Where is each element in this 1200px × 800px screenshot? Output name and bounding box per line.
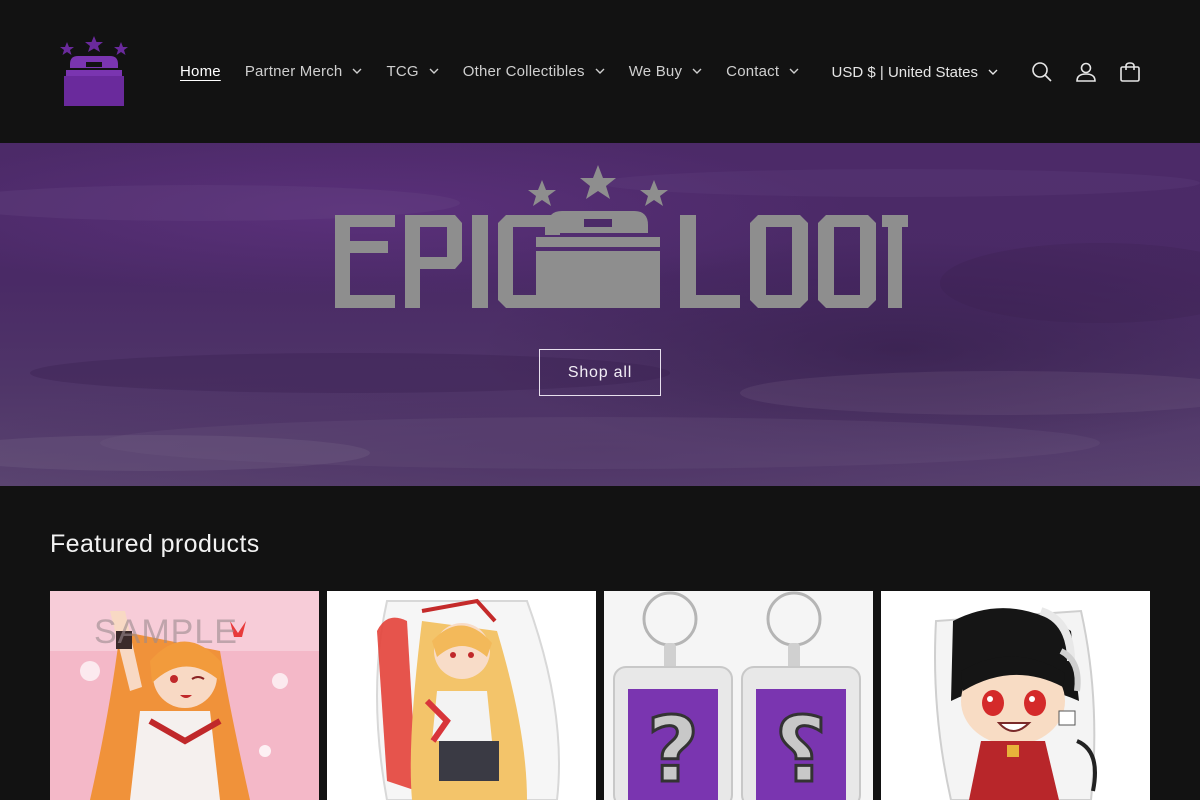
nav-other-collectibles[interactable]: Other Collectibles xyxy=(451,56,617,86)
chibi-boy-charm-image xyxy=(881,591,1150,800)
product-card[interactable] xyxy=(327,591,596,800)
epic-loot-logo xyxy=(335,165,908,308)
nav-tcg-label: TCG xyxy=(386,62,419,80)
chevron-down-icon xyxy=(988,69,998,75)
svg-text:?: ? xyxy=(775,698,827,800)
chevron-down-icon xyxy=(595,68,605,74)
anime-girl-charm-image xyxy=(327,591,596,800)
nav-contact-label: Contact xyxy=(726,62,780,80)
chevron-down-icon xyxy=(429,68,439,74)
nav-home[interactable]: Home xyxy=(168,56,233,86)
nav-partner-merch-label: Partner Merch xyxy=(244,62,343,80)
nav-other-collectibles-label: Other Collectibles xyxy=(462,62,585,80)
nav-home-label: Home xyxy=(180,62,221,80)
currency-selector[interactable]: USD $ | United States xyxy=(820,50,1010,94)
hero-banner: Shop all xyxy=(0,143,1200,486)
cart-button[interactable] xyxy=(1108,50,1152,94)
main-nav: Home Partner Merch TCG Other Collectible… xyxy=(168,56,811,86)
product-card[interactable]: ? ? xyxy=(604,591,873,800)
nav-contact[interactable]: Contact xyxy=(714,56,811,86)
product-card[interactable]: SAMPLE xyxy=(50,591,319,800)
nav-we-buy[interactable]: We Buy xyxy=(617,56,714,86)
chevron-down-icon xyxy=(352,68,362,74)
site-header: Home Partner Merch TCG Other Collectible… xyxy=(0,0,1200,143)
chevron-down-icon xyxy=(692,68,702,74)
epic-loot-chest-icon xyxy=(60,36,128,106)
search-icon xyxy=(1032,62,1052,82)
shop-all-button[interactable]: Shop all xyxy=(539,349,661,396)
chevron-down-icon xyxy=(789,68,799,74)
cart-icon xyxy=(1120,62,1140,82)
nav-tcg[interactable]: TCG xyxy=(374,56,450,86)
search-button[interactable] xyxy=(1020,50,1064,94)
header-tools: USD $ | United States xyxy=(820,50,1152,94)
product-grid: SAMPLE ? ? xyxy=(50,591,1150,800)
product-card[interactable] xyxy=(881,591,1150,800)
featured-products-heading: Featured products xyxy=(50,530,260,558)
account-button[interactable] xyxy=(1064,50,1108,94)
currency-label: USD $ | United States xyxy=(831,63,978,81)
svg-text:?: ? xyxy=(647,698,699,800)
mystery-keychain-image: ? ? xyxy=(604,591,873,800)
nav-partner-merch[interactable]: Partner Merch xyxy=(233,56,375,86)
nav-we-buy-label: We Buy xyxy=(628,62,683,80)
store-logo[interactable] xyxy=(56,34,132,108)
account-icon xyxy=(1076,62,1096,82)
watermark-text: SAMPLE xyxy=(94,613,238,651)
